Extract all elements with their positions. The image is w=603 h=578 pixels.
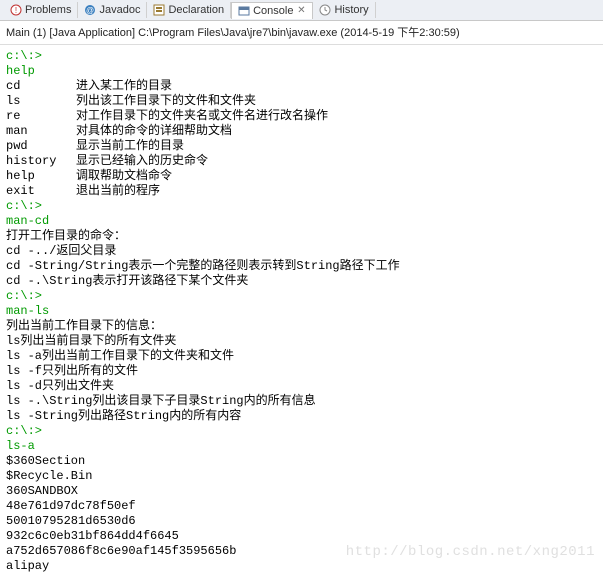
console-line: 50010795281d6530d6 [6,514,597,529]
help-desc: 调取帮助文档命令 [76,169,172,184]
tab-problems[interactable]: ! Problems [4,2,78,18]
tab-declaration[interactable]: Declaration [147,2,231,18]
javadoc-icon: @ [84,4,96,16]
console-output[interactable]: c:\:>helpcd进入某工作的目录ls列出该工作目录下的文件和文件夹re对工… [0,45,603,578]
console-line: ls -f只列出所有的文件 [6,364,597,379]
tab-label: Javadoc [99,4,140,16]
history-icon [319,4,331,16]
console-prompt: c:\:> [6,424,597,439]
console-line: 360SANDBOX [6,484,597,499]
help-row: re对工作目录下的文件夹名或文件名进行改名操作 [6,109,597,124]
console-line: 48e761d97dc78f50ef [6,499,597,514]
help-row: pwd显示当前工作的目录 [6,139,597,154]
view-tabbar: ! Problems @ Javadoc Declaration Console… [0,0,603,21]
tab-label: Declaration [168,4,224,16]
console-line: cd -String/String表示一个完整的路径则表示转到String路径下… [6,259,597,274]
help-desc: 退出当前的程序 [76,184,160,199]
help-row: exit退出当前的程序 [6,184,597,199]
console-prompt: c:\:> [6,289,597,304]
console-prompt: c:\:> [6,199,597,214]
help-row: cd进入某工作的目录 [6,79,597,94]
console-icon [238,5,250,17]
help-cmd: man [6,124,76,139]
help-row: history显示已经输入的历史命令 [6,154,597,169]
console-command: man-ls [6,304,597,319]
console-line: cd -../返回父目录 [6,244,597,259]
problems-icon: ! [10,4,22,16]
console-command: man-cd [6,214,597,229]
console-line: ls -d只列出文件夹 [6,379,597,394]
help-row: man对具体的命令的详细帮助文档 [6,124,597,139]
help-cmd: pwd [6,139,76,154]
help-cmd: cd [6,79,76,94]
console-line: ls -a列出当前工作目录下的文件夹和文件 [6,349,597,364]
help-cmd: history [6,154,76,169]
help-desc: 对工作目录下的文件夹名或文件名进行改名操作 [76,109,328,124]
tab-history[interactable]: History [313,2,375,18]
tab-label: Problems [25,4,71,16]
console-line: alipay [6,559,597,574]
console-line: 打开工作目录的命令： [6,229,597,244]
console-line: $Recycle.Bin [6,469,597,484]
help-desc: 对具体的命令的详细帮助文档 [76,124,232,139]
tab-console[interactable]: Console ✕ [231,2,313,19]
console-line: ls列出当前目录下的所有文件夹 [6,334,597,349]
console-command: help [6,64,597,79]
close-icon[interactable]: ✕ [296,6,306,16]
console-line: cd -.\String表示打开该路径下某个文件夹 [6,274,597,289]
help-cmd: exit [6,184,76,199]
svg-text:!: ! [15,6,17,15]
svg-text:@: @ [86,6,94,15]
declaration-icon [153,4,165,16]
help-desc: 进入某工作的目录 [76,79,172,94]
tab-javadoc[interactable]: @ Javadoc [78,2,147,18]
console-line: a752d657086f8c6e90af145f3595656b [6,544,597,559]
help-desc: 显示已经输入的历史命令 [76,154,208,169]
tab-label: History [334,4,368,16]
help-cmd: re [6,109,76,124]
console-line: 列出当前工作目录下的信息： [6,319,597,334]
console-command: ls-a [6,439,597,454]
help-desc: 列出该工作目录下的文件和文件夹 [76,94,256,109]
console-line: $360Section [6,454,597,469]
console-line: 932c6c0eb31bf864dd4f6645 [6,529,597,544]
console-line: ls -String列出路径String内的所有内容 [6,409,597,424]
tab-label: Console [253,5,293,17]
help-row: help调取帮助文档命令 [6,169,597,184]
help-desc: 显示当前工作的目录 [76,139,184,154]
launch-context: Main (1) [Java Application] C:\Program F… [0,21,603,45]
console-line: ls -.\String列出该目录下子目录String内的所有信息 [6,394,597,409]
help-cmd: help [6,169,76,184]
console-prompt: c:\:> [6,49,597,64]
help-cmd: ls [6,94,76,109]
help-row: ls列出该工作目录下的文件和文件夹 [6,94,597,109]
